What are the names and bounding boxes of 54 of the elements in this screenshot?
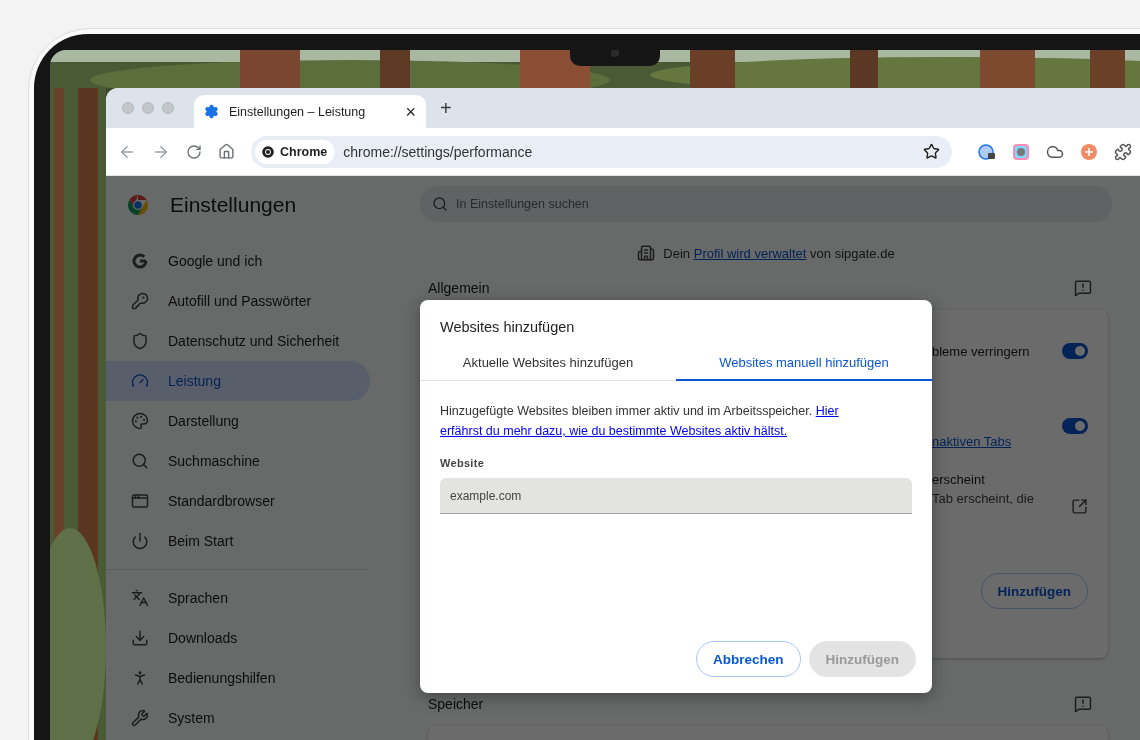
toggle-switch[interactable] <box>1062 343 1088 359</box>
dialog-tab[interactable]: Aktuelle Websites hinzufügen <box>420 345 676 381</box>
learn-more-link[interactable]: erfährst du mehr dazu, wie du bestimmte Websites aktiv hältst. <box>440 424 788 438</box>
puzzle-icon[interactable] <box>1114 142 1132 161</box>
managed-notice: Dein Profil wird verwaltet von sipgate.de <box>663 245 895 261</box>
close-icon[interactable]: × <box>405 102 416 121</box>
plus-circle-icon[interactable] <box>1080 142 1098 161</box>
dialog-description: Hinzugefügte Websites bleiben immer aktiv und im Arbeitsspeicher. Hier erfährst du mehr dazu, wie du bestimmte Websites aktiv hältst. <box>440 403 840 440</box>
setting-description: Tab erscheint, die <box>932 491 1034 506</box>
dialog-title: Websites hinzufügen <box>440 319 576 335</box>
learn-more-link[interactable]: Hier <box>815 404 839 418</box>
star-icon[interactable] <box>923 143 940 160</box>
home-icon[interactable] <box>218 143 235 160</box>
building-icon <box>637 244 656 262</box>
extension-icon[interactable] <box>1012 142 1030 161</box>
tab-title: Einstellungen – Leistung <box>229 104 367 119</box>
setting-text: erscheint <box>932 472 986 487</box>
gauge-icon <box>131 372 149 390</box>
translate-icon <box>131 589 149 607</box>
reload-icon[interactable] <box>186 143 202 160</box>
section-title: Allgemein <box>428 280 490 296</box>
wrench-icon <box>131 709 149 727</box>
palette-icon <box>131 412 149 430</box>
timer-icon[interactable] <box>978 142 996 161</box>
download-icon <box>131 629 149 647</box>
feedback-icon[interactable] <box>1074 695 1092 713</box>
external-link-icon[interactable] <box>1071 497 1088 515</box>
field-label: Website <box>440 457 486 469</box>
url-text: chrome://settings/performance <box>343 143 534 160</box>
profile-link[interactable]: Profil wird verwaltet <box>693 245 807 261</box>
search-icon <box>432 196 448 212</box>
site-chip[interactable]: Chrome <box>255 139 336 164</box>
sidebar-item[interactable]: Leistung <box>106 361 370 401</box>
website-input[interactable]: example.com <box>440 478 912 514</box>
window-icon <box>131 492 149 510</box>
power-icon <box>131 532 149 550</box>
cancel-button[interactable]: Abbrechen <box>696 641 801 677</box>
setting-text: bleme verringern <box>932 343 1030 359</box>
dialog-tab[interactable]: Websites manuell hinzufügen <box>676 345 932 381</box>
toggle-switch[interactable] <box>1062 418 1088 434</box>
browser-tab[interactable]: Einstellungen – Leistung × <box>194 95 426 128</box>
page-title: Einstellungen <box>170 193 297 217</box>
add-button[interactable]: Hinzufügen <box>980 573 1088 609</box>
google-icon <box>130 251 150 271</box>
address-bar[interactable]: Chrome chrome://settings/performance <box>251 135 952 168</box>
section-title: Speicher <box>428 696 484 712</box>
search-icon <box>131 452 149 470</box>
new-tab-button[interactable]: + <box>440 98 452 118</box>
chrome-logo <box>126 193 150 217</box>
chrome-icon <box>261 144 275 159</box>
key-icon <box>131 292 149 310</box>
feedback-icon[interactable] <box>1074 279 1092 297</box>
shield-icon <box>131 332 149 350</box>
gear-icon <box>204 104 219 119</box>
